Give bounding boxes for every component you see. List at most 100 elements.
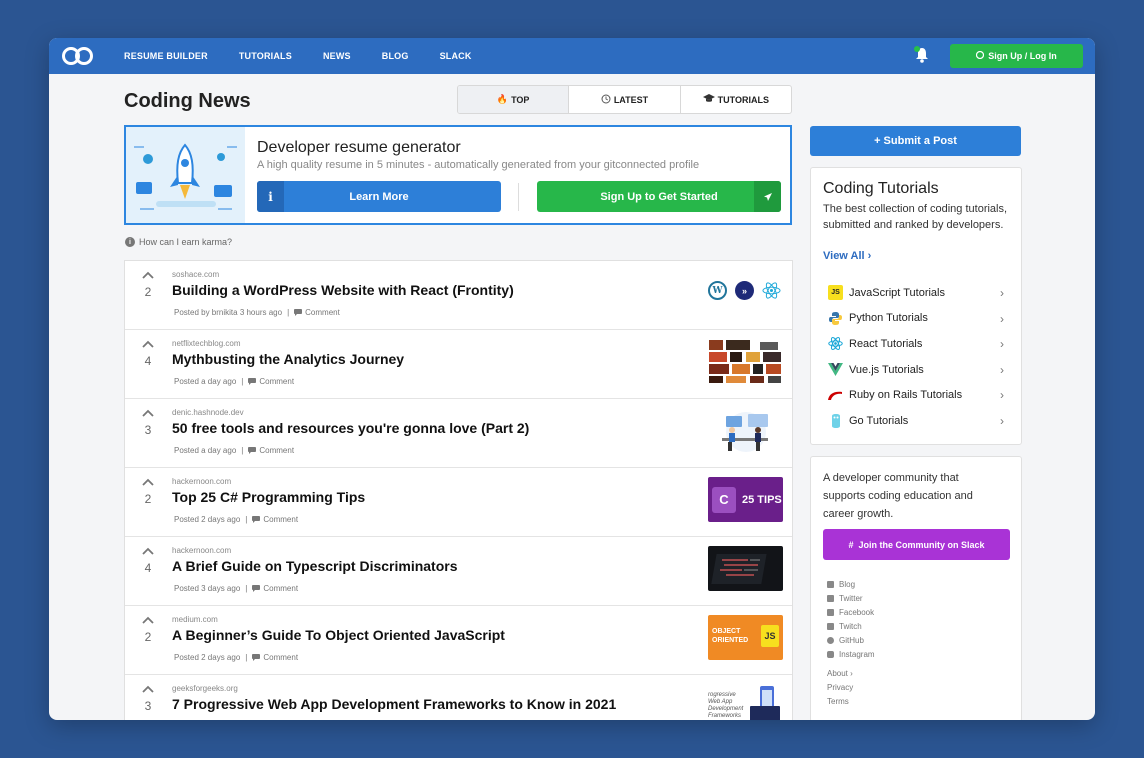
slack-label: Join the Community on Slack	[858, 539, 985, 550]
post-domain[interactable]: soshace.com	[172, 270, 219, 279]
meta-separator: |	[241, 446, 244, 455]
post-title[interactable]: 50 free tools and resources you're gonna…	[172, 420, 529, 436]
tutorial-item-rails[interactable]: Ruby on Rails Tutorials ›	[828, 382, 1004, 408]
feed-tabs: 🔥 TOP LATEST TUTORIALS	[457, 85, 792, 114]
view-all-link[interactable]: View All ›	[823, 250, 871, 262]
notification-bell-icon[interactable]	[914, 46, 929, 63]
upvote-arrow-icon[interactable]	[142, 685, 154, 693]
post-title[interactable]: Mythbusting the Analytics Journey	[172, 351, 404, 367]
tutorial-item-vue[interactable]: Vue.js Tutorials ›	[828, 357, 1004, 383]
post-thumbnail[interactable]	[708, 408, 783, 453]
comment-link[interactable]: Comment	[248, 377, 294, 386]
meta-separator: |	[245, 515, 248, 524]
post-title[interactable]: 7 Progressive Web App Development Framew…	[172, 696, 616, 712]
post-tech-icons: W »	[708, 281, 781, 300]
tutorial-item-go[interactable]: Go Tutorials ›	[828, 408, 1004, 434]
rails-icon	[828, 388, 843, 403]
twitch-icon	[827, 622, 834, 630]
footer-link-privacy[interactable]: Privacy	[827, 683, 853, 697]
post-thumbnail[interactable]	[708, 339, 783, 384]
comment-label: Comment	[259, 446, 295, 455]
post-title[interactable]: A Beginner’s Guide To Object Oriented Ja…	[172, 627, 505, 643]
post-title[interactable]: Building a WordPress Website with React …	[172, 282, 514, 298]
upvote-arrow-icon[interactable]	[142, 616, 154, 624]
social-link-instagram[interactable]: Instagram	[827, 647, 875, 661]
react-icon[interactable]	[762, 281, 781, 300]
upvote-arrow-icon[interactable]	[142, 478, 154, 486]
post-title[interactable]: Top 25 C# Programming Tips	[172, 489, 365, 505]
clock-icon	[601, 94, 611, 106]
upvote-arrow-icon[interactable]	[142, 547, 154, 555]
nav-tutorials[interactable]: TUTORIALS	[239, 51, 292, 61]
post-thumbnail[interactable]	[708, 546, 783, 591]
upvote-arrow-icon[interactable]	[142, 271, 154, 279]
post-domain[interactable]: hackernoon.com	[172, 546, 231, 555]
social-label: Facebook	[839, 607, 875, 617]
social-label: Instagram	[839, 649, 875, 659]
join-slack-button[interactable]: # Join the Community on Slack	[823, 529, 1010, 560]
thumbnail-text: OBJECT ORIENTED	[712, 628, 749, 644]
comment-link[interactable]: Comment	[294, 308, 340, 317]
footer-link-about[interactable]: About ›	[827, 669, 853, 683]
javascript-icon: JS	[828, 285, 843, 301]
comment-label: Comment	[263, 515, 299, 524]
karma-help-link[interactable]: i How can I earn karma?	[125, 237, 232, 247]
footer-links: About › Privacy Terms	[827, 669, 853, 711]
post-thumbnail[interactable]: OBJECT ORIENTED JS	[708, 615, 783, 660]
community-text: A developer community that supports codi…	[823, 472, 973, 520]
post-domain[interactable]: denic.hashnode.dev	[172, 408, 244, 417]
post-item: 2 soshace.com Building a WordPress Websi…	[125, 261, 792, 330]
tutorial-item-react[interactable]: React Tutorials ›	[828, 331, 1004, 357]
signup-login-button[interactable]: Sign Up / Log In	[950, 44, 1083, 68]
tab-latest[interactable]: LATEST	[569, 86, 681, 113]
footer-link-terms[interactable]: Terms	[827, 697, 853, 711]
learn-more-button[interactable]: i Learn More	[257, 181, 501, 212]
vote-count: 2	[144, 630, 152, 644]
tab-top[interactable]: 🔥 TOP	[458, 86, 570, 113]
signup-get-started-button[interactable]: Sign Up to Get Started	[537, 181, 781, 212]
upvote-arrow-icon[interactable]	[142, 409, 154, 417]
comment-link[interactable]: Comment	[252, 653, 298, 662]
gitconnected-logo[interactable]	[61, 45, 95, 67]
post-title[interactable]: A Brief Guide on Typescript Discriminato…	[172, 558, 458, 574]
post-item: 4 hackernoon.com A Brief Guide on Typesc…	[125, 537, 792, 606]
tutorial-item-python[interactable]: Python Tutorials ›	[828, 306, 1004, 332]
tutorial-item-javascript[interactable]: JS JavaScript Tutorials ›	[828, 280, 1004, 306]
nav-news[interactable]: NEWS	[323, 51, 351, 61]
tutorials-description: The best collection of coding tutorials,…	[823, 203, 1008, 231]
tab-tutorials[interactable]: TUTORIALS	[681, 86, 791, 113]
social-link-facebook[interactable]: Facebook	[827, 605, 875, 619]
nav-resume-builder[interactable]: RESUME BUILDER	[124, 51, 208, 61]
post-thumbnail[interactable]: C 25 TIPS	[708, 477, 783, 522]
social-links: Blog Twitter Facebook Twitch GitHub Inst…	[827, 577, 875, 661]
social-link-blog[interactable]: Blog	[827, 577, 875, 591]
posted-info: Posted by brnikita 3 hours ago	[174, 308, 283, 317]
upvote-arrow-icon[interactable]	[142, 340, 154, 348]
post-thumbnail[interactable]: rogressive Web App Development Framework…	[708, 684, 783, 720]
page-title: Coding News	[124, 90, 251, 112]
social-link-twitch[interactable]: Twitch	[827, 619, 875, 633]
post-item: 2 medium.com A Beginner’s Guide To Objec…	[125, 606, 792, 675]
chevron-right-icon: ›	[1000, 413, 1004, 428]
tab-top-label: TOP	[511, 94, 530, 105]
post-meta: Posted a day ago | Comment	[174, 377, 294, 386]
frontity-icon[interactable]: »	[735, 281, 754, 300]
graduation-cap-icon	[702, 94, 715, 105]
nav-blog[interactable]: BLOG	[382, 51, 409, 61]
nav-slack[interactable]: SLACK	[440, 51, 472, 61]
submit-post-button[interactable]: + Submit a Post	[810, 126, 1021, 156]
chevron-right-icon: ›	[1000, 388, 1004, 403]
comment-link[interactable]: Comment	[252, 584, 298, 593]
post-domain[interactable]: geeksforgeeks.org	[172, 684, 238, 693]
social-link-twitter[interactable]: Twitter	[827, 591, 875, 605]
comment-link[interactable]: Comment	[248, 446, 294, 455]
comment-link[interactable]: Comment	[252, 515, 298, 524]
vote-count: 4	[144, 354, 152, 368]
post-domain[interactable]: medium.com	[172, 615, 218, 624]
post-domain[interactable]: netflixtechblog.com	[172, 339, 240, 348]
posted-info: Posted 3 days ago	[174, 584, 241, 593]
wordpress-icon[interactable]: W	[708, 281, 727, 300]
social-link-github[interactable]: GitHub	[827, 633, 875, 647]
post-domain[interactable]: hackernoon.com	[172, 477, 231, 486]
karma-text: How can I earn karma?	[139, 237, 233, 247]
